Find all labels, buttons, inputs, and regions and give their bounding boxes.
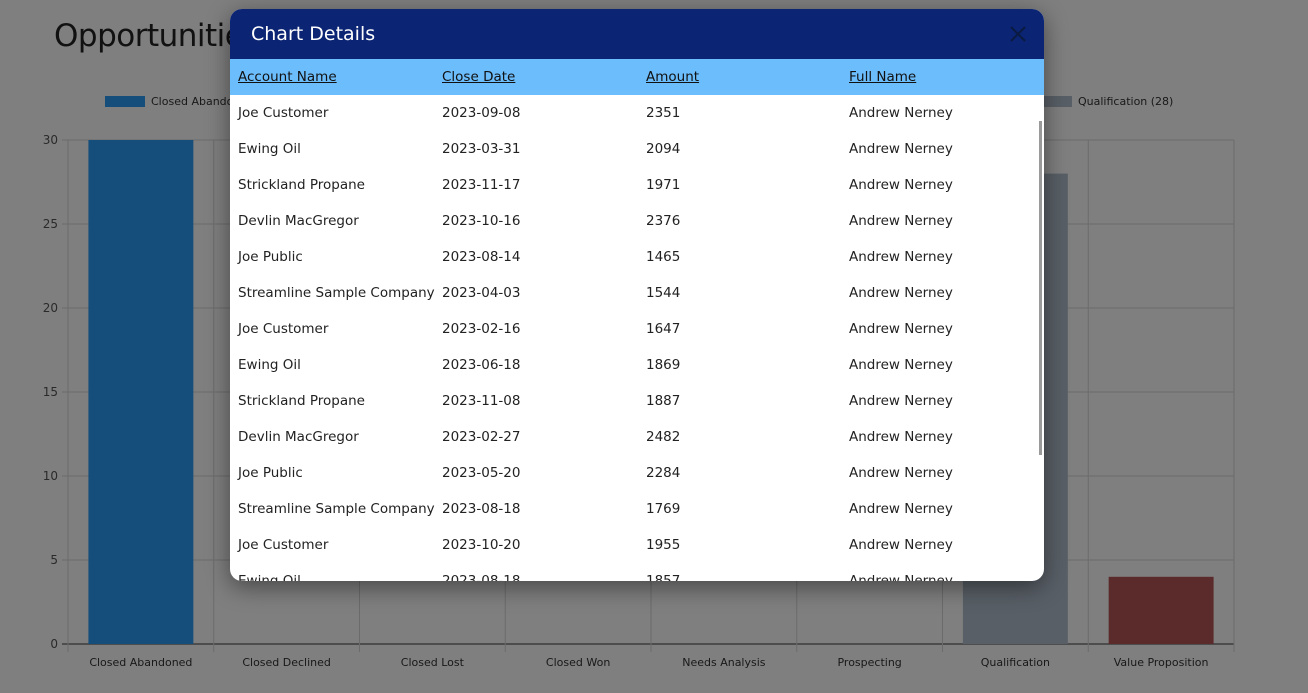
cell-close-date: 2023-05-20 <box>442 465 521 481</box>
table-row[interactable]: Streamline Sample Company 2023-08-18 1769 A… <box>230 491 1044 527</box>
cell-full-name: Andrew Nerney <box>849 213 953 229</box>
cell-close-date: 2023-09-08 <box>442 105 521 121</box>
cell-full-name: Andrew Nerney <box>849 321 953 337</box>
column-header-full-name[interactable]: Full Name <box>841 59 1044 95</box>
cell-amount: 1869 <box>646 357 681 373</box>
cell-account-name: Joe Customer <box>238 321 329 337</box>
cell-full-name: Andrew Nerney <box>849 537 953 553</box>
table-row[interactable]: Devlin MacGregor 2023-10-16 2376 Andrew Ner… <box>230 203 1044 239</box>
cell-close-date: 2023-04-03 <box>442 285 521 301</box>
table-row[interactable]: Ewing Oil 2023-03-31 2094 Andrew Nerney <box>230 131 1044 167</box>
cell-close-date: 2023-10-16 <box>442 213 521 229</box>
modal-title: Chart Details <box>251 23 376 45</box>
table-row[interactable]: Joe Public 2023-08-14 1465 Andrew Nerney <box>230 239 1044 275</box>
cell-account-name: Strickland Propane <box>238 177 365 193</box>
cell-full-name: Andrew Nerney <box>849 105 953 121</box>
cell-account-name: Streamline Sample Company <box>238 285 435 301</box>
cell-full-name: Andrew Nerney <box>849 501 953 517</box>
details-table: Account Name Close Date Amount Full Name… <box>230 59 1044 581</box>
cell-full-name: Andrew Nerney <box>849 573 953 581</box>
cell-account-name: Ewing Oil <box>238 141 301 157</box>
cell-close-date: 2023-06-18 <box>442 357 521 373</box>
cell-close-date: 2023-02-16 <box>442 321 521 337</box>
cell-full-name: Andrew Nerney <box>849 285 953 301</box>
table-header-row: Account Name Close Date Amount Full Name <box>230 59 1044 95</box>
column-header-close-date[interactable]: Close Date <box>434 59 638 95</box>
cell-amount: 2482 <box>646 429 681 445</box>
cell-account-name: Streamline Sample Company <box>238 501 435 517</box>
close-button[interactable] <box>1006 22 1030 46</box>
cell-account-name: Joe Public <box>238 465 303 481</box>
modal-header: Chart Details <box>230 9 1044 59</box>
column-header-amount[interactable]: Amount <box>638 59 841 95</box>
cell-close-date: 2023-11-17 <box>442 177 521 193</box>
cell-amount: 1647 <box>646 321 681 337</box>
cell-full-name: Andrew Nerney <box>849 249 953 265</box>
cell-full-name: Andrew Nerney <box>849 177 953 193</box>
cell-full-name: Andrew Nerney <box>849 465 953 481</box>
chart-details-modal: Chart Details Account Name Close Date Am… <box>230 9 1044 581</box>
cell-close-date: 2023-11-08 <box>442 393 521 409</box>
cell-amount: 1955 <box>646 537 681 553</box>
cell-account-name: Devlin MacGregor <box>238 429 359 445</box>
cell-account-name: Devlin MacGregor <box>238 213 359 229</box>
table-row[interactable]: Joe Customer 2023-10-20 1955 Andrew Nerney <box>230 527 1044 563</box>
table-row[interactable]: Ewing Oil 2023-08-18 1857 Andrew Nerney <box>230 563 1044 581</box>
cell-amount: 1769 <box>646 501 681 517</box>
cell-amount: 1887 <box>646 393 681 409</box>
cell-amount: 1465 <box>646 249 681 265</box>
cell-account-name: Joe Public <box>238 249 303 265</box>
cell-amount: 2094 <box>646 141 681 157</box>
details-table-container[interactable]: Account Name Close Date Amount Full Name… <box>230 59 1044 581</box>
cell-full-name: Andrew Nerney <box>849 357 953 373</box>
cell-amount: 1857 <box>646 573 681 581</box>
cell-amount: 2376 <box>646 213 681 229</box>
table-row[interactable]: Joe Customer 2023-09-08 2351 Andrew Nerney <box>230 95 1044 131</box>
cell-amount: 1544 <box>646 285 681 301</box>
cell-close-date: 2023-03-31 <box>442 141 521 157</box>
cell-account-name: Ewing Oil <box>238 357 301 373</box>
column-header-account-name[interactable]: Account Name <box>230 59 434 95</box>
cell-amount: 2351 <box>646 105 681 121</box>
cell-account-name: Strickland Propane <box>238 393 365 409</box>
cell-close-date: 2023-08-18 <box>442 501 521 517</box>
cell-full-name: Andrew Nerney <box>849 393 953 409</box>
cell-amount: 2284 <box>646 465 681 481</box>
cell-account-name: Ewing Oil <box>238 573 301 581</box>
table-row[interactable]: Devlin MacGregor 2023-02-27 2482 Andrew Ner… <box>230 419 1044 455</box>
table-body: Joe Customer 2023-09-08 2351 Andrew Nerney E… <box>230 95 1044 581</box>
table-row[interactable]: Strickland Propane 2023-11-17 1971 Andrew N… <box>230 167 1044 203</box>
cell-close-date: 2023-10-20 <box>442 537 521 553</box>
cell-full-name: Andrew Nerney <box>849 141 953 157</box>
table-row[interactable]: Streamline Sample Company 2023-04-03 1544 A… <box>230 275 1044 311</box>
table-row[interactable]: Joe Public 2023-05-20 2284 Andrew Nerney <box>230 455 1044 491</box>
table-row[interactable]: Strickland Propane 2023-11-08 1887 Andrew N… <box>230 383 1044 419</box>
close-icon <box>1010 26 1026 42</box>
cell-account-name: Joe Customer <box>238 105 329 121</box>
cell-close-date: 2023-02-27 <box>442 429 521 445</box>
cell-account-name: Joe Customer <box>238 537 329 553</box>
cell-full-name: Andrew Nerney <box>849 429 953 445</box>
table-scrollbar[interactable] <box>1039 121 1042 455</box>
table-row[interactable]: Ewing Oil 2023-06-18 1869 Andrew Nerney <box>230 347 1044 383</box>
cell-close-date: 2023-08-14 <box>442 249 521 265</box>
cell-amount: 1971 <box>646 177 681 193</box>
cell-close-date: 2023-08-18 <box>442 573 521 581</box>
table-row[interactable]: Joe Customer 2023-02-16 1647 Andrew Nerney <box>230 311 1044 347</box>
